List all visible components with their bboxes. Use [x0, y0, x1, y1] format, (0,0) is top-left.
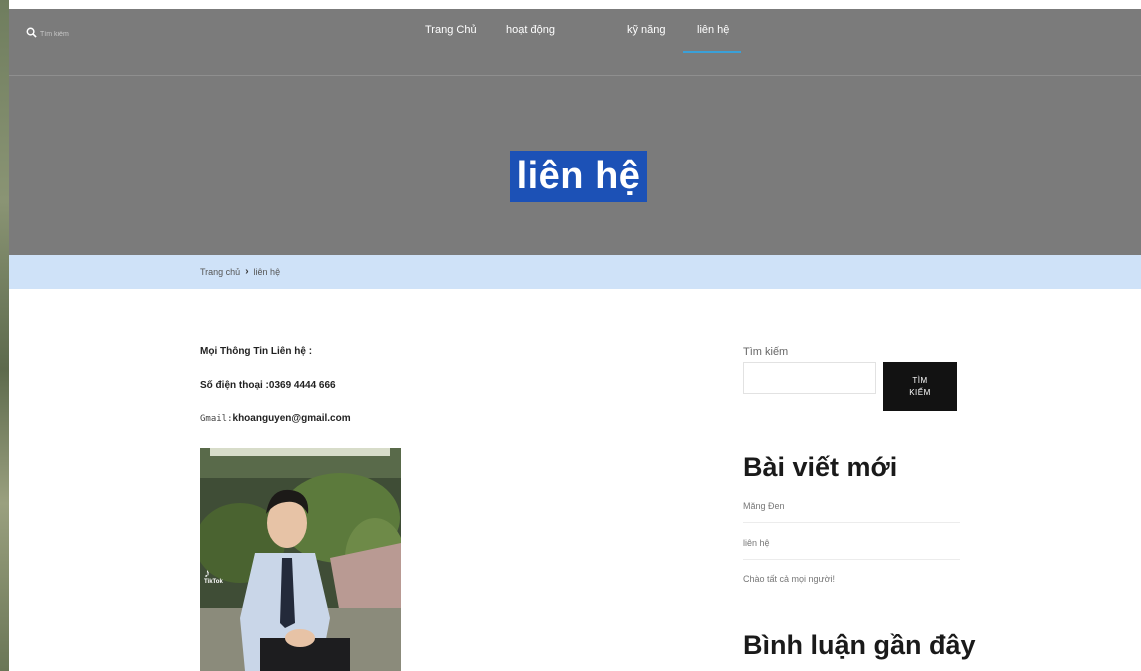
site-header: Trang Chủ hoạt động kỹ năng liên hệ liên… — [9, 9, 1141, 255]
recent-comments-title: Bình luận gần đây — [743, 630, 976, 660]
tiktok-watermark: TikTok — [204, 579, 223, 585]
profile-photo: ♪ TikTok — [200, 448, 401, 671]
breadcrumb-bar: Trang chủ › liên hệ — [9, 255, 1141, 289]
breadcrumb: Trang chủ › liên hệ — [200, 266, 280, 277]
recent-post-link[interactable]: Măng Đen — [743, 501, 960, 523]
header-search-input[interactable] — [40, 30, 130, 38]
contact-email: Gmail:khoanguyen@gmail.com — [200, 413, 351, 424]
tiktok-icon: ♪ — [204, 566, 210, 580]
recent-posts-title: Bài viết mới — [743, 452, 898, 482]
breadcrumb-current: liên hệ — [253, 266, 281, 277]
breadcrumb-home-link[interactable]: Trang chủ — [200, 267, 240, 277]
profile-photo-illustration — [200, 448, 401, 671]
nav-bar: Trang Chủ hoạt động kỹ năng liên hệ — [9, 9, 1141, 76]
chevron-right-icon: › — [245, 266, 249, 277]
sidebar-search-button-label: TÌM KIẾM — [909, 375, 931, 397]
sidebar-search-label: Tìm kiếm — [743, 346, 789, 358]
header-search — [26, 25, 130, 43]
page-title: liên hệ — [510, 151, 647, 202]
nav-item-activities[interactable]: hoạt động — [506, 24, 555, 36]
contact-phone: Số điện thoại :0369 4444 666 — [200, 380, 336, 391]
nav-active-indicator — [683, 51, 741, 53]
background-strip — [0, 0, 9, 671]
nav-item-skills[interactable]: kỹ năng — [627, 24, 666, 36]
nav-item-contact[interactable]: liên hệ — [697, 24, 729, 36]
email-label: Gmail: — [200, 414, 233, 424]
nav-item-home[interactable]: Trang Chủ — [425, 24, 477, 36]
contact-heading: Mọi Thông Tin Liên hệ : — [200, 346, 313, 357]
email-value: khoanguyen@gmail.com — [232, 413, 351, 424]
recent-post-link[interactable]: Chào tất cả mọi người! — [743, 574, 960, 595]
search-icon[interactable] — [26, 25, 37, 43]
recent-post-link[interactable]: liên hệ — [743, 538, 960, 560]
sidebar-search-button[interactable]: TÌM KIẾM — [883, 362, 957, 411]
window-top-edge — [0, 0, 1141, 9]
sidebar-search-input[interactable] — [743, 362, 876, 394]
